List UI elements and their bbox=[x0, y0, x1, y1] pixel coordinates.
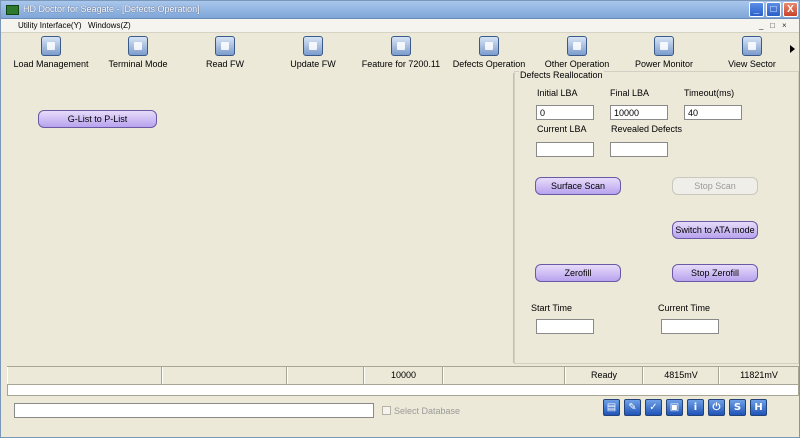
toolbar-overflow-arrow-icon[interactable] bbox=[790, 45, 795, 53]
revealed-defects-label: Revealed Defects bbox=[611, 124, 683, 134]
progress-bar bbox=[7, 384, 799, 396]
status-12v-voltage: 11821mV bbox=[719, 367, 799, 384]
app-icon bbox=[6, 5, 19, 15]
glist-to-plist-button[interactable]: G-List to P-List bbox=[38, 110, 157, 128]
minimize-button[interactable]: _ bbox=[749, 2, 764, 17]
toolbar-feature-7200[interactable]: Feature for 7200.11 bbox=[357, 36, 445, 69]
info-icon[interactable]: i bbox=[687, 399, 704, 416]
mdi-minimize-button[interactable]: _ bbox=[759, 21, 763, 30]
current-lba-field bbox=[536, 142, 594, 157]
toolbar-view-sector[interactable]: View Sector bbox=[723, 36, 781, 69]
load-management-icon bbox=[41, 36, 61, 56]
surface-scan-button[interactable]: Surface Scan bbox=[535, 177, 621, 195]
toolbar-terminal-mode[interactable]: Terminal Mode bbox=[103, 36, 173, 69]
database-path-input[interactable] bbox=[14, 403, 374, 418]
toolbar-label: Load Management bbox=[13, 59, 89, 69]
toolbar: Load Management Terminal Mode Read FW Up… bbox=[1, 33, 799, 71]
status-cell bbox=[443, 367, 565, 384]
timeout-input[interactable]: 40 bbox=[684, 105, 742, 120]
terminal-mode-icon bbox=[128, 36, 148, 56]
revealed-defects-field bbox=[610, 142, 668, 157]
check-icon[interactable]: ✓ bbox=[645, 399, 662, 416]
power-icon[interactable]: ⏻ bbox=[708, 399, 725, 416]
menu-utility-interface[interactable]: Utility Interface(Y) bbox=[18, 21, 82, 30]
maximize-button[interactable]: □ bbox=[766, 2, 781, 17]
menu-windows[interactable]: Windows(Z) bbox=[88, 21, 131, 30]
view-sector-icon bbox=[742, 36, 762, 56]
current-time-field bbox=[661, 319, 719, 334]
menu-bar: Utility Interface(Y) Windows(Z) _ □ × bbox=[1, 19, 799, 33]
initial-lba-label: Initial LBA bbox=[537, 88, 578, 98]
final-lba-input[interactable]: 10000 bbox=[610, 105, 668, 120]
h-icon[interactable]: H bbox=[750, 399, 767, 416]
toolbar-load-management[interactable]: Load Management bbox=[11, 36, 91, 69]
status-cell bbox=[7, 367, 162, 384]
select-database-checkbox[interactable] bbox=[382, 406, 391, 415]
status-cell bbox=[162, 367, 287, 384]
switch-to-ata-mode-button[interactable]: Switch to ATA mode bbox=[672, 221, 758, 239]
other-operation-icon bbox=[567, 36, 587, 56]
read-fw-icon bbox=[215, 36, 235, 56]
status-cell bbox=[287, 367, 364, 384]
feature-icon bbox=[391, 36, 411, 56]
toolbar-power-monitor[interactable]: Power Monitor bbox=[631, 36, 697, 69]
status-5v-voltage: 4815mV bbox=[643, 367, 719, 384]
window-title: HD Doctor for Seagate - [Defects Operati… bbox=[23, 4, 200, 14]
toolbar-other-operation[interactable]: Other Operation bbox=[539, 36, 615, 69]
timeout-label: Timeout(ms) bbox=[684, 88, 735, 98]
final-lba-label: Final LBA bbox=[610, 88, 650, 98]
toolbar-update-fw[interactable]: Update FW bbox=[285, 36, 341, 69]
mdi-restore-button[interactable]: □ bbox=[770, 21, 775, 30]
current-lba-label: Current LBA bbox=[537, 124, 587, 134]
close-button[interactable]: X bbox=[783, 2, 798, 17]
folder-open-icon[interactable]: ▤ bbox=[603, 399, 620, 416]
status-ready: Ready bbox=[565, 367, 643, 384]
save-icon[interactable]: ▣ bbox=[666, 399, 683, 416]
current-time-label: Current Time bbox=[658, 303, 711, 313]
initial-lba-input[interactable]: 0 bbox=[536, 105, 594, 120]
toolbar-label: View Sector bbox=[728, 59, 776, 69]
toolbar-label: Other Operation bbox=[544, 59, 610, 69]
stop-zerofill-button[interactable]: Stop Zerofill bbox=[672, 264, 758, 282]
zerofill-button[interactable]: Zerofill bbox=[535, 264, 621, 282]
toolbar-label: Terminal Mode bbox=[108, 59, 168, 69]
app-window: HD Doctor for Seagate - [Defects Operati… bbox=[0, 0, 800, 438]
toolbar-label: Defects Operation bbox=[452, 59, 526, 69]
mdi-close-button[interactable]: × bbox=[782, 21, 787, 30]
defects-operation-icon bbox=[479, 36, 499, 56]
status-lba-value: 10000 bbox=[364, 367, 443, 384]
toolbar-label: Update FW bbox=[290, 59, 336, 69]
start-time-label: Start Time bbox=[531, 303, 573, 313]
bottom-panel: Select Database ▤ ✎ ✓ ▣ i ⏻ S H bbox=[7, 397, 799, 437]
toolbar-label: Power Monitor bbox=[634, 59, 694, 69]
toolbar-label: Read FW bbox=[205, 59, 244, 69]
edit-icon[interactable]: ✎ bbox=[624, 399, 641, 416]
start-time-field bbox=[536, 319, 594, 334]
toolbar-read-fw[interactable]: Read FW bbox=[199, 36, 251, 69]
status-bar: 10000 Ready 4815mV 11821mV bbox=[7, 366, 799, 384]
stop-scan-button[interactable]: Stop Scan bbox=[672, 177, 758, 195]
select-database-label: Select Database bbox=[394, 406, 461, 416]
toolbar-defects-operation[interactable]: Defects Operation bbox=[449, 36, 529, 69]
power-monitor-icon bbox=[654, 36, 674, 56]
update-fw-icon bbox=[303, 36, 323, 56]
toolbar-label: Feature for 7200.11 bbox=[361, 59, 441, 69]
title-bar[interactable]: HD Doctor for Seagate - [Defects Operati… bbox=[1, 1, 799, 19]
s-icon[interactable]: S bbox=[729, 399, 746, 416]
defects-reallocation-title: Defects Reallocation bbox=[519, 70, 604, 80]
